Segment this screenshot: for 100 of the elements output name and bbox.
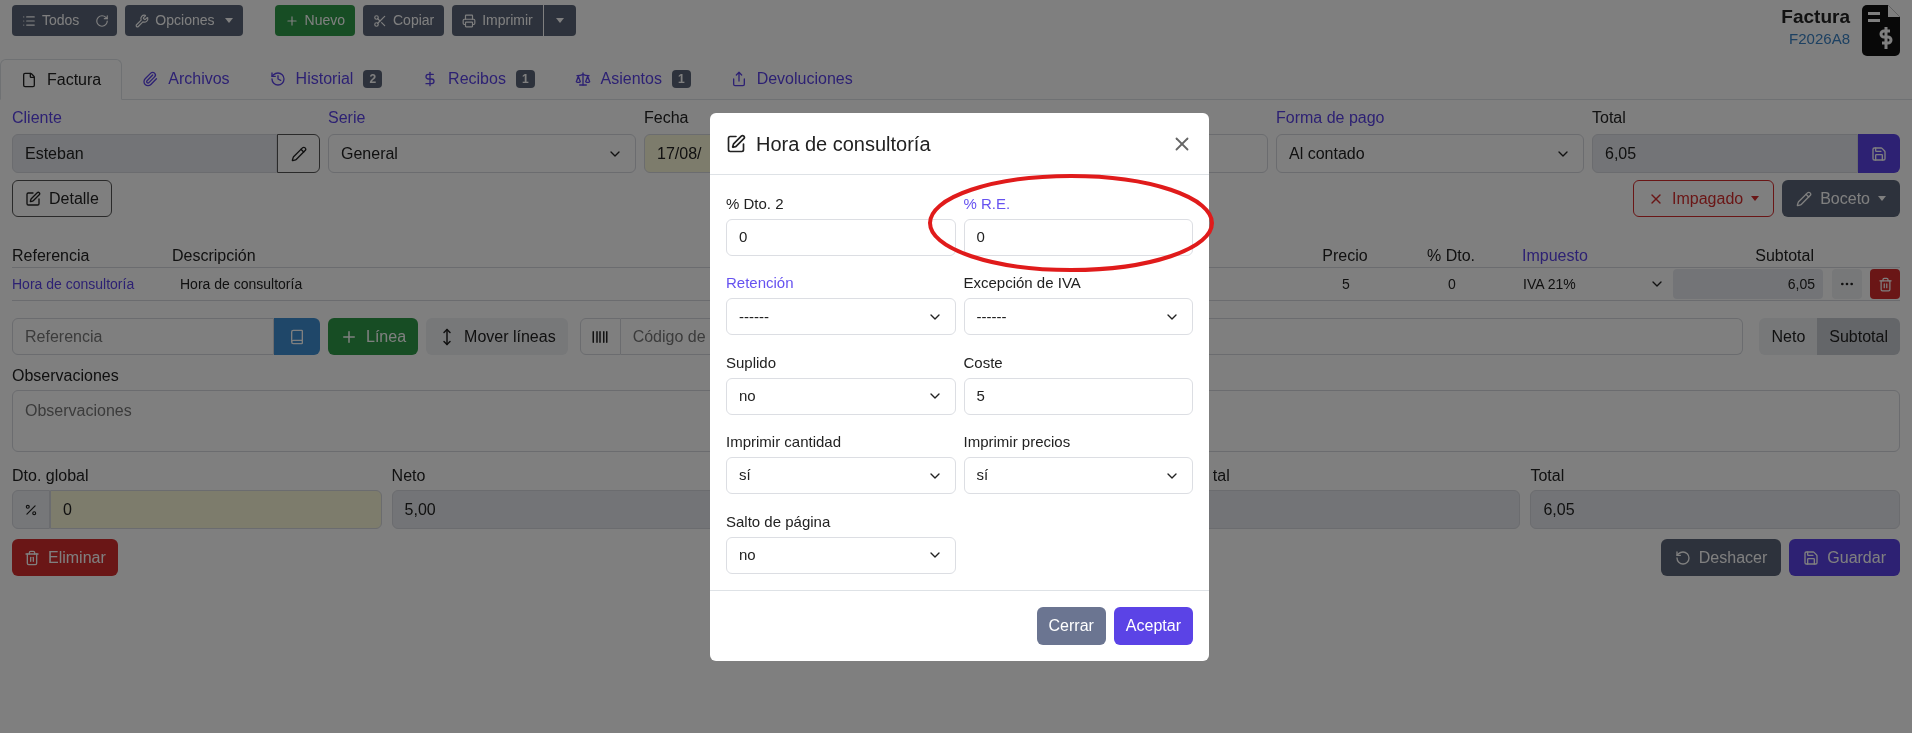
tab[interactable]: Historial 2 xyxy=(249,59,403,99)
count-badge: 1 xyxy=(671,70,691,88)
edit-client-button[interactable] xyxy=(277,134,320,173)
tab-icon xyxy=(574,71,591,87)
field-label: Coste xyxy=(963,352,1003,373)
pencil-icon xyxy=(1796,190,1813,207)
global-discount-field[interactable]: 0 xyxy=(50,490,382,529)
toolbar-button[interactable]: Nuevo xyxy=(274,5,355,36)
field-label[interactable]: Retención xyxy=(726,272,794,295)
reference-link[interactable]: Hora de consultoría xyxy=(12,275,135,292)
toggle-option[interactable]: Subtotal xyxy=(1817,318,1900,355)
field-label: tal xyxy=(1212,467,1230,484)
toggle-option[interactable]: Neto xyxy=(1759,318,1818,355)
count-badge: 1 xyxy=(515,70,535,88)
table-cell-text: 5 xyxy=(1341,274,1351,294)
book-icon xyxy=(289,328,305,345)
column-header: Impuesto xyxy=(1522,247,1588,264)
caret-icon xyxy=(224,18,233,23)
toolbar-button[interactable]: Opciones xyxy=(125,5,243,36)
edit-icon xyxy=(726,133,746,154)
caret-icon xyxy=(1751,196,1760,201)
refresh-button[interactable] xyxy=(87,5,118,36)
tab-icon xyxy=(730,71,747,87)
text-field[interactable]: 5 xyxy=(963,377,1193,415)
status-button[interactable]: Impagado xyxy=(1633,180,1775,217)
trash-icon xyxy=(1877,276,1893,292)
column-header: Subtotal xyxy=(1755,247,1814,264)
tab[interactable]: Recibos 1 xyxy=(402,59,555,99)
select-field[interactable]: no xyxy=(726,377,956,415)
field-label: Total xyxy=(1592,108,1626,128)
toolbar-icon xyxy=(373,13,387,28)
column-header: Referencia xyxy=(12,247,90,264)
select-field[interactable]: General xyxy=(328,134,636,173)
select-field[interactable]: no xyxy=(726,536,956,574)
save-icon xyxy=(1803,549,1820,566)
count-badge: 2 xyxy=(363,70,383,88)
field-label: Suplido xyxy=(726,352,777,373)
client-field[interactable]: Esteban xyxy=(12,134,277,173)
dialog-button[interactable]: Aceptar xyxy=(1113,607,1193,645)
table-cell-text: 0 xyxy=(1447,274,1457,294)
field-label: Dto. global xyxy=(12,467,89,484)
text-field[interactable]: 0 xyxy=(963,219,1193,256)
modal-title: Hora de consultoría xyxy=(756,131,931,157)
undo-icon xyxy=(1674,549,1691,566)
field-label: Total xyxy=(1530,467,1565,484)
caret-icon xyxy=(555,18,564,23)
table-cell: Hora de consultoría xyxy=(180,275,303,292)
percent-icon xyxy=(24,502,38,517)
reference-input[interactable]: Referencia xyxy=(12,318,274,355)
catalog-button[interactable] xyxy=(274,318,320,355)
field-label: Imprimir cantidad xyxy=(726,432,842,453)
column-header: % Dto. xyxy=(1427,247,1475,264)
detail-button[interactable]: Detalle xyxy=(12,180,112,217)
tab[interactable]: Devoluciones xyxy=(710,59,873,99)
printer-icon xyxy=(462,13,477,28)
column-header: Descripción xyxy=(172,247,256,264)
list-icon xyxy=(22,13,36,28)
list-all-button[interactable]: Todos xyxy=(12,5,88,36)
save-button[interactable] xyxy=(1858,134,1900,173)
dialog-button[interactable]: Cerrar xyxy=(1036,607,1106,645)
tab-icon xyxy=(21,71,37,88)
edit-icon xyxy=(25,190,41,207)
footer-button[interactable]: Deshacer xyxy=(1660,539,1782,576)
move-lines-button[interactable]: Mover líneas xyxy=(426,318,568,355)
toolbar-button[interactable]: Copiar xyxy=(363,5,445,36)
delete-line-button[interactable] xyxy=(1870,269,1900,299)
text-field[interactable]: 0 xyxy=(726,219,956,256)
print-menu-button[interactable] xyxy=(543,5,576,36)
status-button[interactable]: Boceto xyxy=(1782,180,1900,217)
document-title: Factura xyxy=(1781,5,1850,29)
pencil-icon xyxy=(290,145,307,162)
field-label[interactable]: Serie xyxy=(328,108,366,128)
tab[interactable]: Archivos xyxy=(122,59,250,99)
tab-icon xyxy=(142,71,159,87)
tax-select[interactable]: IVA 21% xyxy=(1508,273,1673,295)
select-field[interactable]: ------ xyxy=(726,298,956,336)
caret-icon xyxy=(1878,196,1886,201)
tab[interactable]: Asientos 1 xyxy=(554,59,711,99)
tab[interactable]: Factura xyxy=(0,59,123,100)
print-button[interactable]: Imprimir xyxy=(452,5,543,36)
field-label: Fecha xyxy=(644,108,689,128)
field-label[interactable]: % R.E. xyxy=(963,193,1011,215)
field-label: % Dto. 2 xyxy=(726,194,784,214)
field-label: Imprimir precios xyxy=(963,432,1071,453)
total-field: 6,05 xyxy=(1592,134,1858,173)
delete-button[interactable]: Eliminar xyxy=(12,539,118,576)
select-field[interactable]: sí xyxy=(726,457,956,495)
field-label: Excepción de IVA xyxy=(963,273,1081,294)
column-header: Precio xyxy=(1322,247,1368,264)
refresh-icon xyxy=(95,13,110,28)
select-field[interactable]: ------ xyxy=(963,298,1193,336)
amount-field: 6,05 xyxy=(1530,490,1900,529)
field-label[interactable]: Cliente xyxy=(12,108,62,128)
footer-button[interactable]: Guardar xyxy=(1789,539,1900,576)
select-field[interactable]: sí xyxy=(963,457,1193,495)
select-field[interactable]: Al contado xyxy=(1276,134,1584,173)
invoice-icon xyxy=(1862,5,1900,57)
field-label[interactable]: Forma de pago xyxy=(1276,108,1385,128)
add-line-button[interactable]: Línea xyxy=(328,318,419,355)
tab-icon xyxy=(269,71,286,87)
